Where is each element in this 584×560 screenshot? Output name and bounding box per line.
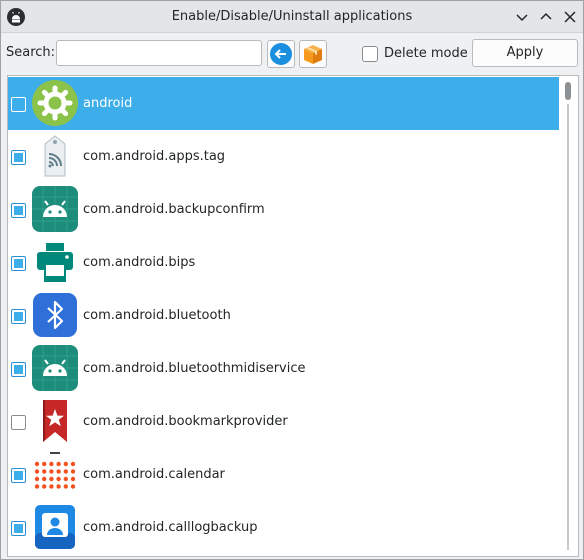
window-title: Enable/Disable/Uninstall applications: [171, 9, 413, 24]
chevron-down-icon: [516, 14, 528, 22]
calendar-dots-icon: [34, 452, 76, 489]
app-row[interactable]: android: [8, 77, 559, 130]
bluetooth-icon: [33, 293, 77, 337]
arrow-left-icon: [270, 43, 292, 65]
search-label: Search:: [6, 45, 56, 60]
app-name: com.android.apps.tag: [83, 149, 226, 164]
nfc-tag-icon: [44, 135, 66, 177]
app-name: com.android.calendar: [83, 467, 225, 482]
scrollbar-thumb[interactable]: [565, 82, 571, 100]
app-name: com.android.bluetooth: [83, 308, 231, 323]
android-robot-icon: [32, 186, 78, 232]
contacts-icon: [35, 505, 75, 549]
maximize-button[interactable]: [536, 7, 556, 27]
chevron-up-icon: [540, 12, 552, 20]
app-checkbox[interactable]: [11, 468, 26, 483]
app-checkbox[interactable]: [11, 203, 26, 218]
package-button[interactable]: [299, 40, 327, 68]
app-checkbox[interactable]: [11, 97, 26, 112]
app-name: com.android.calllogbackup: [83, 520, 258, 535]
app-row[interactable]: com.android.bluetoothmidiservice: [8, 342, 559, 395]
app-list[interactable]: android com.android.apps.tag com.android.b…: [7, 75, 579, 557]
title-bar: Enable/Disable/Uninstall applications: [1, 1, 583, 33]
app-checkbox[interactable]: [11, 521, 26, 536]
app-name: android: [83, 96, 133, 111]
app-checkbox[interactable]: [11, 309, 26, 324]
app-row[interactable]: com.android.apps.tag: [8, 130, 559, 183]
android-robot-icon: [32, 345, 78, 391]
scrollbar-track: [567, 104, 569, 550]
gear-icon: [32, 80, 78, 126]
printer-icon: [37, 243, 73, 282]
main-window: Enable/Disable/Uninstall applications Se…: [0, 0, 584, 560]
close-button[interactable]: [560, 7, 580, 27]
app-checkbox[interactable]: [11, 362, 26, 377]
back-button[interactable]: [267, 40, 295, 68]
app-row[interactable]: com.android.bookmarkprovider: [8, 395, 559, 448]
toolbar: Search: Delete mode Apply: [1, 33, 583, 73]
bookmark-star-icon: [43, 400, 67, 442]
app-row[interactable]: com.android.backupconfirm: [8, 183, 559, 236]
app-name: com.android.backupconfirm: [83, 202, 265, 217]
app-row[interactable]: com.android.calllogbackup: [8, 501, 559, 554]
app-row[interactable]: com.android.bluetooth: [8, 289, 559, 342]
apply-button[interactable]: Apply: [472, 39, 578, 67]
delete-mode-checkbox[interactable]: [362, 46, 378, 62]
minimize-button[interactable]: [512, 7, 532, 27]
delete-mode-label: Delete mode: [384, 46, 468, 61]
app-checkbox[interactable]: [11, 256, 26, 271]
close-icon: [564, 11, 576, 23]
app-checkbox[interactable]: [11, 415, 26, 430]
app-name: com.android.bips: [83, 255, 196, 270]
app-name: com.android.bluetoothmidiservice: [83, 361, 306, 376]
search-input[interactable]: [56, 40, 262, 66]
package-box-icon: [304, 45, 322, 64]
app-name: com.android.bookmarkprovider: [83, 414, 288, 429]
scrollbar[interactable]: [562, 78, 574, 554]
app-row[interactable]: com.android.bips: [8, 236, 559, 289]
app-checkbox[interactable]: [11, 150, 26, 165]
app-row[interactable]: com.android.calendar: [8, 448, 559, 501]
